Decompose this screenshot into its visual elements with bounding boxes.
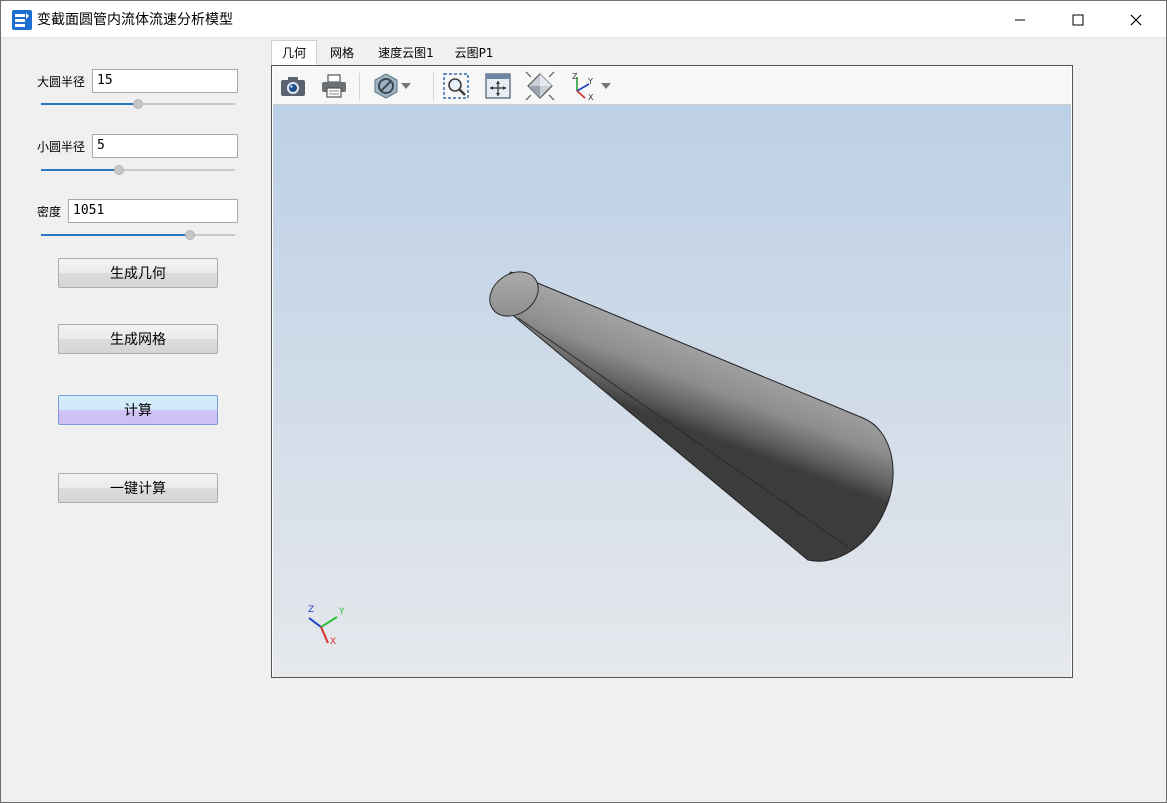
tab-contour-p1[interactable]: 云图P1 [449,41,499,66]
slider-fill [41,234,191,236]
axes-orientation-icon[interactable]: Z Y X [565,70,599,102]
axis-z-label: Z [308,605,315,615]
big-radius-slider[interactable] [41,97,235,111]
toolbar-separator [433,73,434,101]
small-radius-input[interactable]: 5 [92,134,238,158]
compute-button[interactable]: 计算 [58,395,218,425]
slider-fill [41,103,138,105]
zoom-region-icon[interactable] [439,70,473,102]
small-radius-slider[interactable] [41,163,235,177]
tab-mesh[interactable]: 网格 [321,41,363,66]
maximize-icon [1072,14,1084,25]
density-label: 密度 [37,205,62,219]
svg-text:X: X [588,93,594,101]
slider-handle[interactable] [113,165,124,175]
viewer-toolbar: Z Y X [273,67,1071,105]
slider-handle[interactable] [133,99,143,109]
printer-icon[interactable] [317,70,351,102]
maximize-button[interactable] [1049,1,1107,38]
slider-fill [41,169,119,171]
viewer-panel: Z Y X Z Y X [271,65,1073,678]
fit-all-icon[interactable] [481,70,515,102]
main-window: 变截面圆管内流体流速分析模型 大圆半径 15 小圆半径 5 密度 1051 生成… [0,0,1167,803]
density-slider[interactable] [41,228,235,242]
close-icon [1130,14,1142,25]
big-radius-input[interactable]: 15 [92,69,238,93]
tab-velocity-contour[interactable]: 速度云图1 [371,41,441,66]
axis-y-label: Y [339,607,345,617]
camera-icon[interactable] [276,70,310,102]
tapered-pipe-geometry [308,271,894,644]
generate-mesh-button[interactable]: 生成网格 [58,324,218,354]
title-bar[interactable]: 变截面圆管内流体流速分析模型 [1,1,1166,38]
view-cube-icon[interactable] [523,70,557,102]
svg-text:Y: Y [587,77,593,86]
small-radius-label: 小圆半径 [37,140,86,154]
minimize-button[interactable] [991,1,1049,38]
toolbar-separator [359,73,360,101]
slider-handle[interactable] [185,230,196,240]
minimize-icon [1015,19,1025,20]
3d-viewport[interactable]: Z Y X [273,105,1071,677]
one-click-compute-button[interactable]: 一键计算 [58,473,218,503]
tab-geometry[interactable]: 几何 [271,40,317,66]
dropdown-arrow-icon[interactable] [597,70,615,102]
big-radius-label: 大圆半径 [37,75,86,89]
close-button[interactable] [1107,1,1165,38]
app-icon [12,10,32,30]
axis-x-label: X [330,637,337,647]
generate-geometry-button[interactable]: 生成几何 [58,258,218,288]
dropdown-arrow-icon[interactable] [397,70,415,102]
svg-text:Z: Z [572,72,578,81]
window-title: 变截面圆管内流体流速分析模型 [37,12,233,28]
density-input[interactable]: 1051 [68,199,238,223]
